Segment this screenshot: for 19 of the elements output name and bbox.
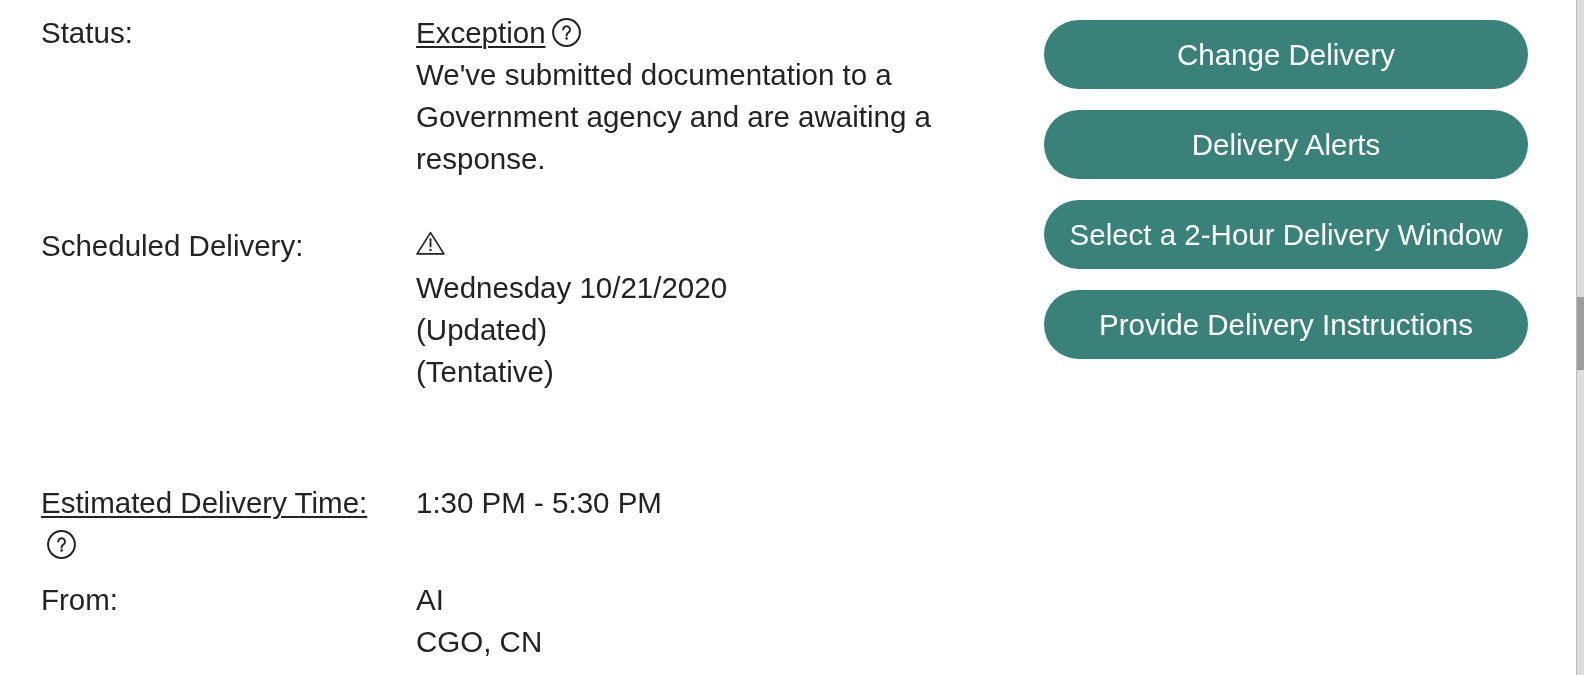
action-button[interactable]: Provide Delivery Instructions (1044, 290, 1528, 359)
help-icon[interactable] (551, 18, 581, 47)
field-value: AI (416, 583, 444, 616)
field-value: Wednesday 10/21/2020 (416, 271, 728, 304)
status-link[interactable]: Exception (416, 16, 546, 49)
status-description: We've submitted documentation to a Government agency and are awaiting a response. (416, 57, 932, 177)
action-button[interactable]: Change Delivery (1044, 20, 1528, 89)
tooltip-link[interactable]: Estimated Delivery Time: (41, 486, 368, 519)
field-label: From: (41, 583, 119, 616)
action-button[interactable]: Delivery Alerts (1044, 110, 1528, 179)
action-button[interactable]: Select a 2-Hour Delivery Window (1044, 200, 1528, 269)
field-value: 1:30 PM - 5:30 PM (416, 486, 662, 519)
field-value: (Updated) (416, 313, 548, 346)
field-value: CGO, CN (416, 625, 543, 658)
scrollbar-thumb[interactable] (1577, 297, 1584, 370)
field-value: (Tentative) (416, 355, 554, 388)
help-icon[interactable] (47, 530, 76, 559)
field-label: Scheduled Delivery: (41, 229, 304, 262)
field-label: Status: (41, 16, 133, 49)
